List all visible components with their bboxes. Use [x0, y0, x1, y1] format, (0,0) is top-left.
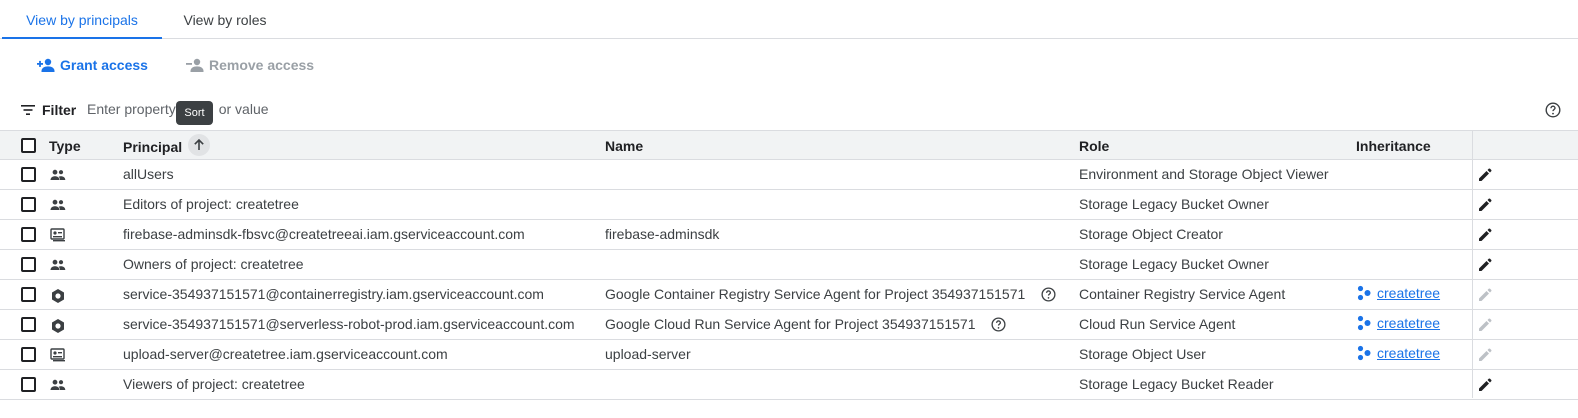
inheritance-cell: createtree — [1357, 345, 1440, 361]
principal-cell: allUsers — [123, 166, 174, 182]
role-cell: Storage Legacy Bucket Reader — [1079, 376, 1274, 392]
role-cell: Cloud Run Service Agent — [1079, 316, 1236, 332]
inheritance-link[interactable]: createtree — [1377, 285, 1440, 301]
organization-icon — [1357, 345, 1371, 361]
column-header-principal-label: Principal — [123, 139, 183, 155]
filter-button[interactable]: Filter — [20, 102, 76, 118]
group-icon — [50, 378, 66, 394]
grant-access-label: Grant access — [60, 57, 148, 73]
filter-label: Filter — [42, 102, 77, 118]
inheritance-cell: createtree — [1357, 315, 1440, 331]
filter-bar: Filter Enter property or value — [0, 94, 1578, 130]
edit-icon — [1477, 317, 1493, 336]
inheritance-cell: createtree — [1357, 285, 1440, 301]
role-cell: Storage Legacy Bucket Owner — [1079, 196, 1269, 212]
role-cell: Storage Object User — [1079, 346, 1206, 362]
group-icon — [50, 168, 66, 184]
group-icon — [50, 198, 66, 214]
column-divider — [1472, 160, 1473, 398]
edit-icon[interactable] — [1477, 377, 1493, 396]
person-remove-icon — [186, 58, 204, 72]
table-row: service-354937151571@serverless-robot-pr… — [0, 310, 1578, 340]
service-account-icon — [50, 228, 66, 245]
service-agent-icon — [50, 288, 66, 307]
table-row: Owners of project: createtree Storage Leg… — [0, 250, 1578, 280]
table-row: Viewers of project: createtree Storage Le… — [0, 370, 1578, 400]
row-checkbox[interactable] — [21, 167, 36, 182]
name-text: Google Cloud Run Service Agent for Proje… — [605, 316, 976, 332]
tab-view-by-principals[interactable]: View by principals — [2, 0, 162, 39]
principal-cell: Owners of project: createtree — [123, 256, 304, 272]
filter-icon — [21, 105, 35, 115]
row-checkbox[interactable] — [21, 287, 36, 302]
help-circle-icon[interactable] — [1545, 102, 1561, 121]
edit-icon[interactable] — [1477, 257, 1493, 276]
column-header-principal[interactable]: Principal — [123, 134, 211, 156]
help-icon[interactable] — [1033, 286, 1056, 302]
table-row: upload-server@createtree.iam.gserviceacc… — [0, 340, 1578, 370]
tab-bar: View by principals View by roles — [0, 0, 1578, 39]
organization-icon — [1357, 285, 1371, 301]
name-text: upload-server — [605, 346, 691, 362]
table-row: firebase-adminsdk-fbsvc@createtreeai.iam… — [0, 220, 1578, 250]
table-row: Editors of project: createtree Storage Le… — [0, 190, 1578, 220]
column-divider — [1472, 131, 1473, 161]
edit-icon[interactable] — [1477, 227, 1493, 246]
column-header-type[interactable]: Type — [49, 138, 81, 154]
principal-cell: firebase-adminsdk-fbsvc@createtreeai.iam… — [123, 226, 525, 242]
sort-ascending-icon[interactable] — [188, 134, 211, 156]
row-checkbox[interactable] — [21, 317, 36, 332]
group-icon — [50, 258, 66, 274]
inheritance-link[interactable]: createtree — [1377, 345, 1440, 361]
organization-icon — [1357, 315, 1371, 331]
name-cell: Google Cloud Run Service Agent for Proje… — [605, 316, 1007, 332]
row-checkbox[interactable] — [21, 377, 36, 392]
principal-cell: service-354937151571@serverless-robot-pr… — [123, 316, 575, 332]
select-all-checkbox[interactable] — [21, 138, 36, 153]
filter-placeholder-end: or value — [218, 101, 269, 117]
table-row: allUsers Environment and Storage Object V… — [0, 160, 1578, 190]
edit-icon[interactable] — [1477, 167, 1493, 186]
table-row: service-354937151571@containerregistry.i… — [0, 280, 1578, 310]
inheritance-link[interactable]: createtree — [1377, 315, 1440, 331]
name-text: Google Container Registry Service Agent … — [605, 286, 1026, 302]
tab-view-by-roles[interactable]: View by roles — [166, 0, 284, 39]
principal-cell: Editors of project: createtree — [123, 196, 299, 212]
principal-cell: Viewers of project: createtree — [123, 376, 305, 392]
row-checkbox[interactable] — [21, 257, 36, 272]
principal-cell: upload-server@createtree.iam.gserviceacc… — [123, 346, 448, 362]
row-checkbox[interactable] — [21, 197, 36, 212]
name-cell: firebase-adminsdk — [605, 226, 719, 242]
name-text: firebase-adminsdk — [605, 226, 720, 242]
remove-access-button[interactable]: Remove access — [185, 52, 314, 78]
remove-access-label: Remove access — [209, 57, 315, 73]
edit-icon — [1477, 287, 1493, 306]
filter-placeholder-start: Enter property — [87, 101, 176, 117]
table-header: Type Principal Name Role Inheritance — [0, 130, 1578, 161]
principal-cell: service-354937151571@containerregistry.i… — [123, 286, 544, 302]
row-checkbox[interactable] — [21, 347, 36, 362]
name-cell: Google Container Registry Service Agent … — [605, 286, 1056, 302]
sort-tooltip: Sort — [176, 101, 213, 125]
column-header-name[interactable]: Name — [605, 138, 643, 154]
column-header-role[interactable]: Role — [1079, 138, 1109, 154]
service-account-icon — [50, 348, 66, 365]
role-cell: Storage Legacy Bucket Owner — [1079, 256, 1269, 272]
help-icon[interactable] — [983, 316, 1007, 332]
role-cell: Environment and Storage Object Viewer — [1079, 166, 1329, 182]
name-cell: upload-server — [605, 346, 691, 362]
row-checkbox[interactable] — [21, 227, 36, 242]
grant-access-button[interactable]: Grant access — [36, 52, 148, 78]
role-cell: Container Registry Service Agent — [1079, 286, 1286, 302]
edit-icon[interactable] — [1477, 197, 1493, 216]
role-cell: Storage Object Creator — [1079, 226, 1223, 242]
service-agent-icon — [50, 318, 66, 337]
edit-icon — [1477, 347, 1493, 366]
column-header-inheritance[interactable]: Inheritance — [1356, 138, 1431, 154]
person-add-icon — [37, 58, 55, 72]
